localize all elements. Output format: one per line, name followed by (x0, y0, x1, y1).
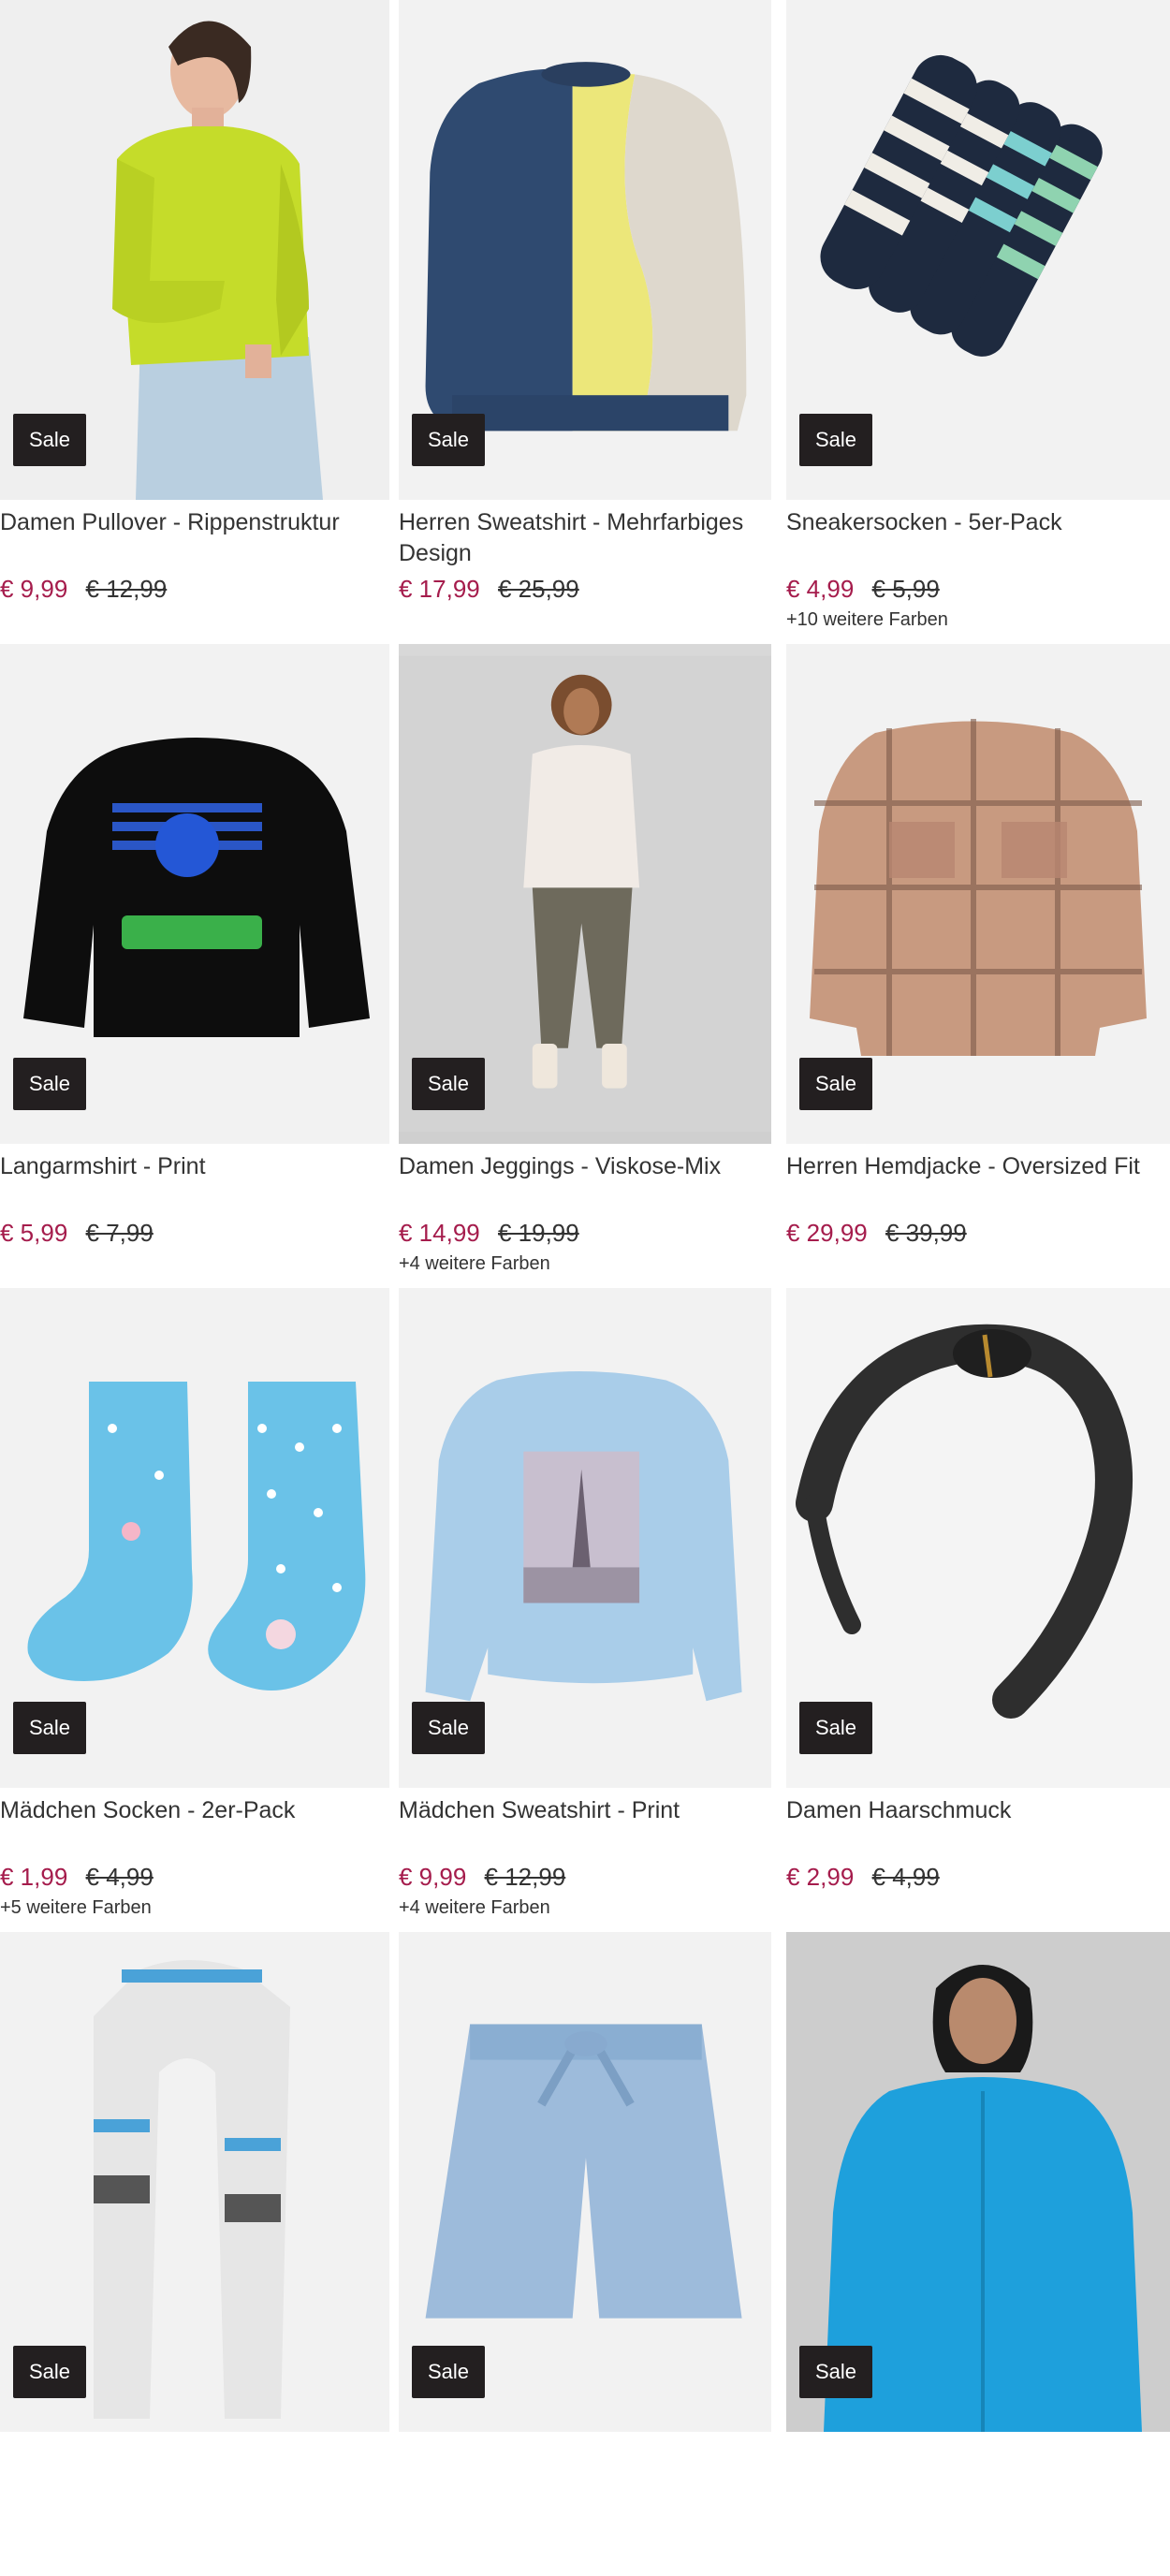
sale-badge: Sale (412, 1702, 485, 1754)
price-row: € 5,99 € 7,99 (0, 1219, 389, 1247)
product-card[interactable]: Sale (389, 1932, 781, 2576)
product-title[interactable]: Damen Pullover - Rippenstruktur (0, 507, 389, 569)
current-price: € 9,99 (0, 575, 68, 603)
sale-badge: Sale (13, 2346, 86, 2398)
product-card[interactable]: Sale Mädchen Socken - 2er-Pack € 1,99 € … (0, 1288, 389, 1932)
original-price: € 7,99 (85, 1219, 154, 1247)
more-colors-link[interactable]: +5 weitere Farben (0, 1896, 389, 1919)
colorblock-sweatshirt-image[interactable]: Sale (399, 0, 771, 500)
product-title[interactable]: Sneakersocken - 5er-Pack (786, 507, 1170, 569)
original-price: € 5,99 (871, 575, 940, 603)
original-price: € 39,99 (885, 1219, 967, 1247)
price-row: € 2,99 € 4,99 (786, 1863, 1170, 1891)
plaid-shirt-jacket-image[interactable]: Sale (786, 644, 1170, 1144)
product-title[interactable]: Mädchen Sweatshirt - Print (399, 1795, 771, 1857)
checked-scarf-image[interactable]: Sale (0, 1932, 389, 2432)
headband-image[interactable]: Sale (786, 1288, 1170, 1788)
product-card[interactable]: Sale Mädchen Sweatshirt - Print € 9,99 €… (389, 1288, 781, 1932)
paris-sweatshirt-image[interactable]: Sale (399, 1288, 771, 1788)
original-price: € 19,99 (497, 1219, 579, 1247)
product-card[interactable]: Sale Damen Haarschmuck € 2,99 € 4,99 (781, 1288, 1170, 1932)
current-price: € 9,99 (399, 1863, 467, 1891)
product-title[interactable]: Herren Hemdjacke - Oversized Fit (786, 1151, 1170, 1213)
sale-badge: Sale (799, 2346, 872, 2398)
product-card[interactable]: Sale Sneakersocken - 5er-Pack € 4,99 € 5… (781, 0, 1170, 644)
current-price: € 17,99 (399, 575, 480, 603)
blue-hoodie-model-image[interactable]: Sale (786, 1932, 1170, 2432)
price-row: € 4,99 € 5,99 (786, 575, 1170, 603)
current-price: € 29,99 (786, 1219, 868, 1247)
sale-badge: Sale (13, 414, 86, 466)
sale-badge: Sale (799, 1058, 872, 1110)
product-card[interactable]: Sale Herren Hemdjacke - Oversized Fit € … (781, 644, 1170, 1288)
current-price: € 4,99 (786, 575, 855, 603)
sale-badge: Sale (13, 1058, 86, 1110)
product-title[interactable]: Langarmshirt - Print (0, 1151, 389, 1213)
more-colors-link[interactable]: +10 weitere Farben (786, 608, 1170, 631)
sale-badge: Sale (799, 1702, 872, 1754)
icecream-socks-image[interactable]: Sale (0, 1288, 389, 1788)
product-title[interactable]: Damen Haarschmuck (786, 1795, 1170, 1857)
product-card[interactable]: Sale Langarmshirt - Print € 5,99 € 7,99 (0, 644, 389, 1288)
current-price: € 1,99 (0, 1863, 68, 1891)
product-card[interactable]: Sale (781, 1932, 1170, 2576)
price-row: € 17,99 € 25,99 (399, 575, 771, 603)
product-title[interactable]: Damen Jeggings - Viskose-Mix (399, 1151, 771, 1213)
product-card[interactable]: Sale (0, 1932, 389, 2576)
striped-socks-image[interactable]: Sale (786, 0, 1170, 500)
product-grid: Sale Damen Pullover - Rippenstruktur € 9… (0, 0, 1170, 2432)
jeggings-model-image[interactable]: Sale (399, 644, 771, 1144)
current-price: € 5,99 (0, 1219, 68, 1247)
sale-badge: Sale (412, 2346, 485, 2398)
original-price: € 12,99 (484, 1863, 566, 1891)
original-price: € 4,99 (871, 1863, 940, 1891)
price-row: € 9,99 € 12,99 (399, 1863, 771, 1891)
original-price: € 12,99 (85, 575, 168, 603)
sale-badge: Sale (799, 414, 872, 466)
sale-badge: Sale (412, 1058, 485, 1110)
yellow-pullover-image[interactable]: Sale (0, 0, 389, 500)
original-price: € 4,99 (85, 1863, 154, 1891)
sonic-longsleeve-image[interactable]: Sale (0, 644, 389, 1144)
price-row: € 14,99 € 19,99 (399, 1219, 771, 1247)
product-title[interactable]: Mädchen Socken - 2er-Pack (0, 1795, 389, 1857)
denim-shorts-image[interactable]: Sale (399, 1932, 771, 2432)
product-card[interactable]: Sale Damen Pullover - Rippenstruktur € 9… (0, 0, 389, 644)
more-colors-link[interactable]: +4 weitere Farben (399, 1896, 771, 1919)
sale-badge: Sale (13, 1702, 86, 1754)
current-price: € 14,99 (399, 1219, 480, 1247)
sale-badge: Sale (412, 414, 485, 466)
product-card[interactable]: Sale Damen Jeggings - Viskose-Mix € 14,9… (389, 644, 781, 1288)
product-card[interactable]: Sale Herren Sweatshirt - Mehrfarbiges De… (389, 0, 781, 644)
more-colors-link[interactable]: +4 weitere Farben (399, 1252, 771, 1275)
product-title[interactable]: Herren Sweatshirt - Mehrfarbiges Design (399, 507, 771, 569)
price-row: € 1,99 € 4,99 (0, 1863, 389, 1891)
price-row: € 9,99 € 12,99 (0, 575, 389, 603)
original-price: € 25,99 (497, 575, 579, 603)
price-row: € 29,99 € 39,99 (786, 1219, 1170, 1247)
current-price: € 2,99 (786, 1863, 855, 1891)
